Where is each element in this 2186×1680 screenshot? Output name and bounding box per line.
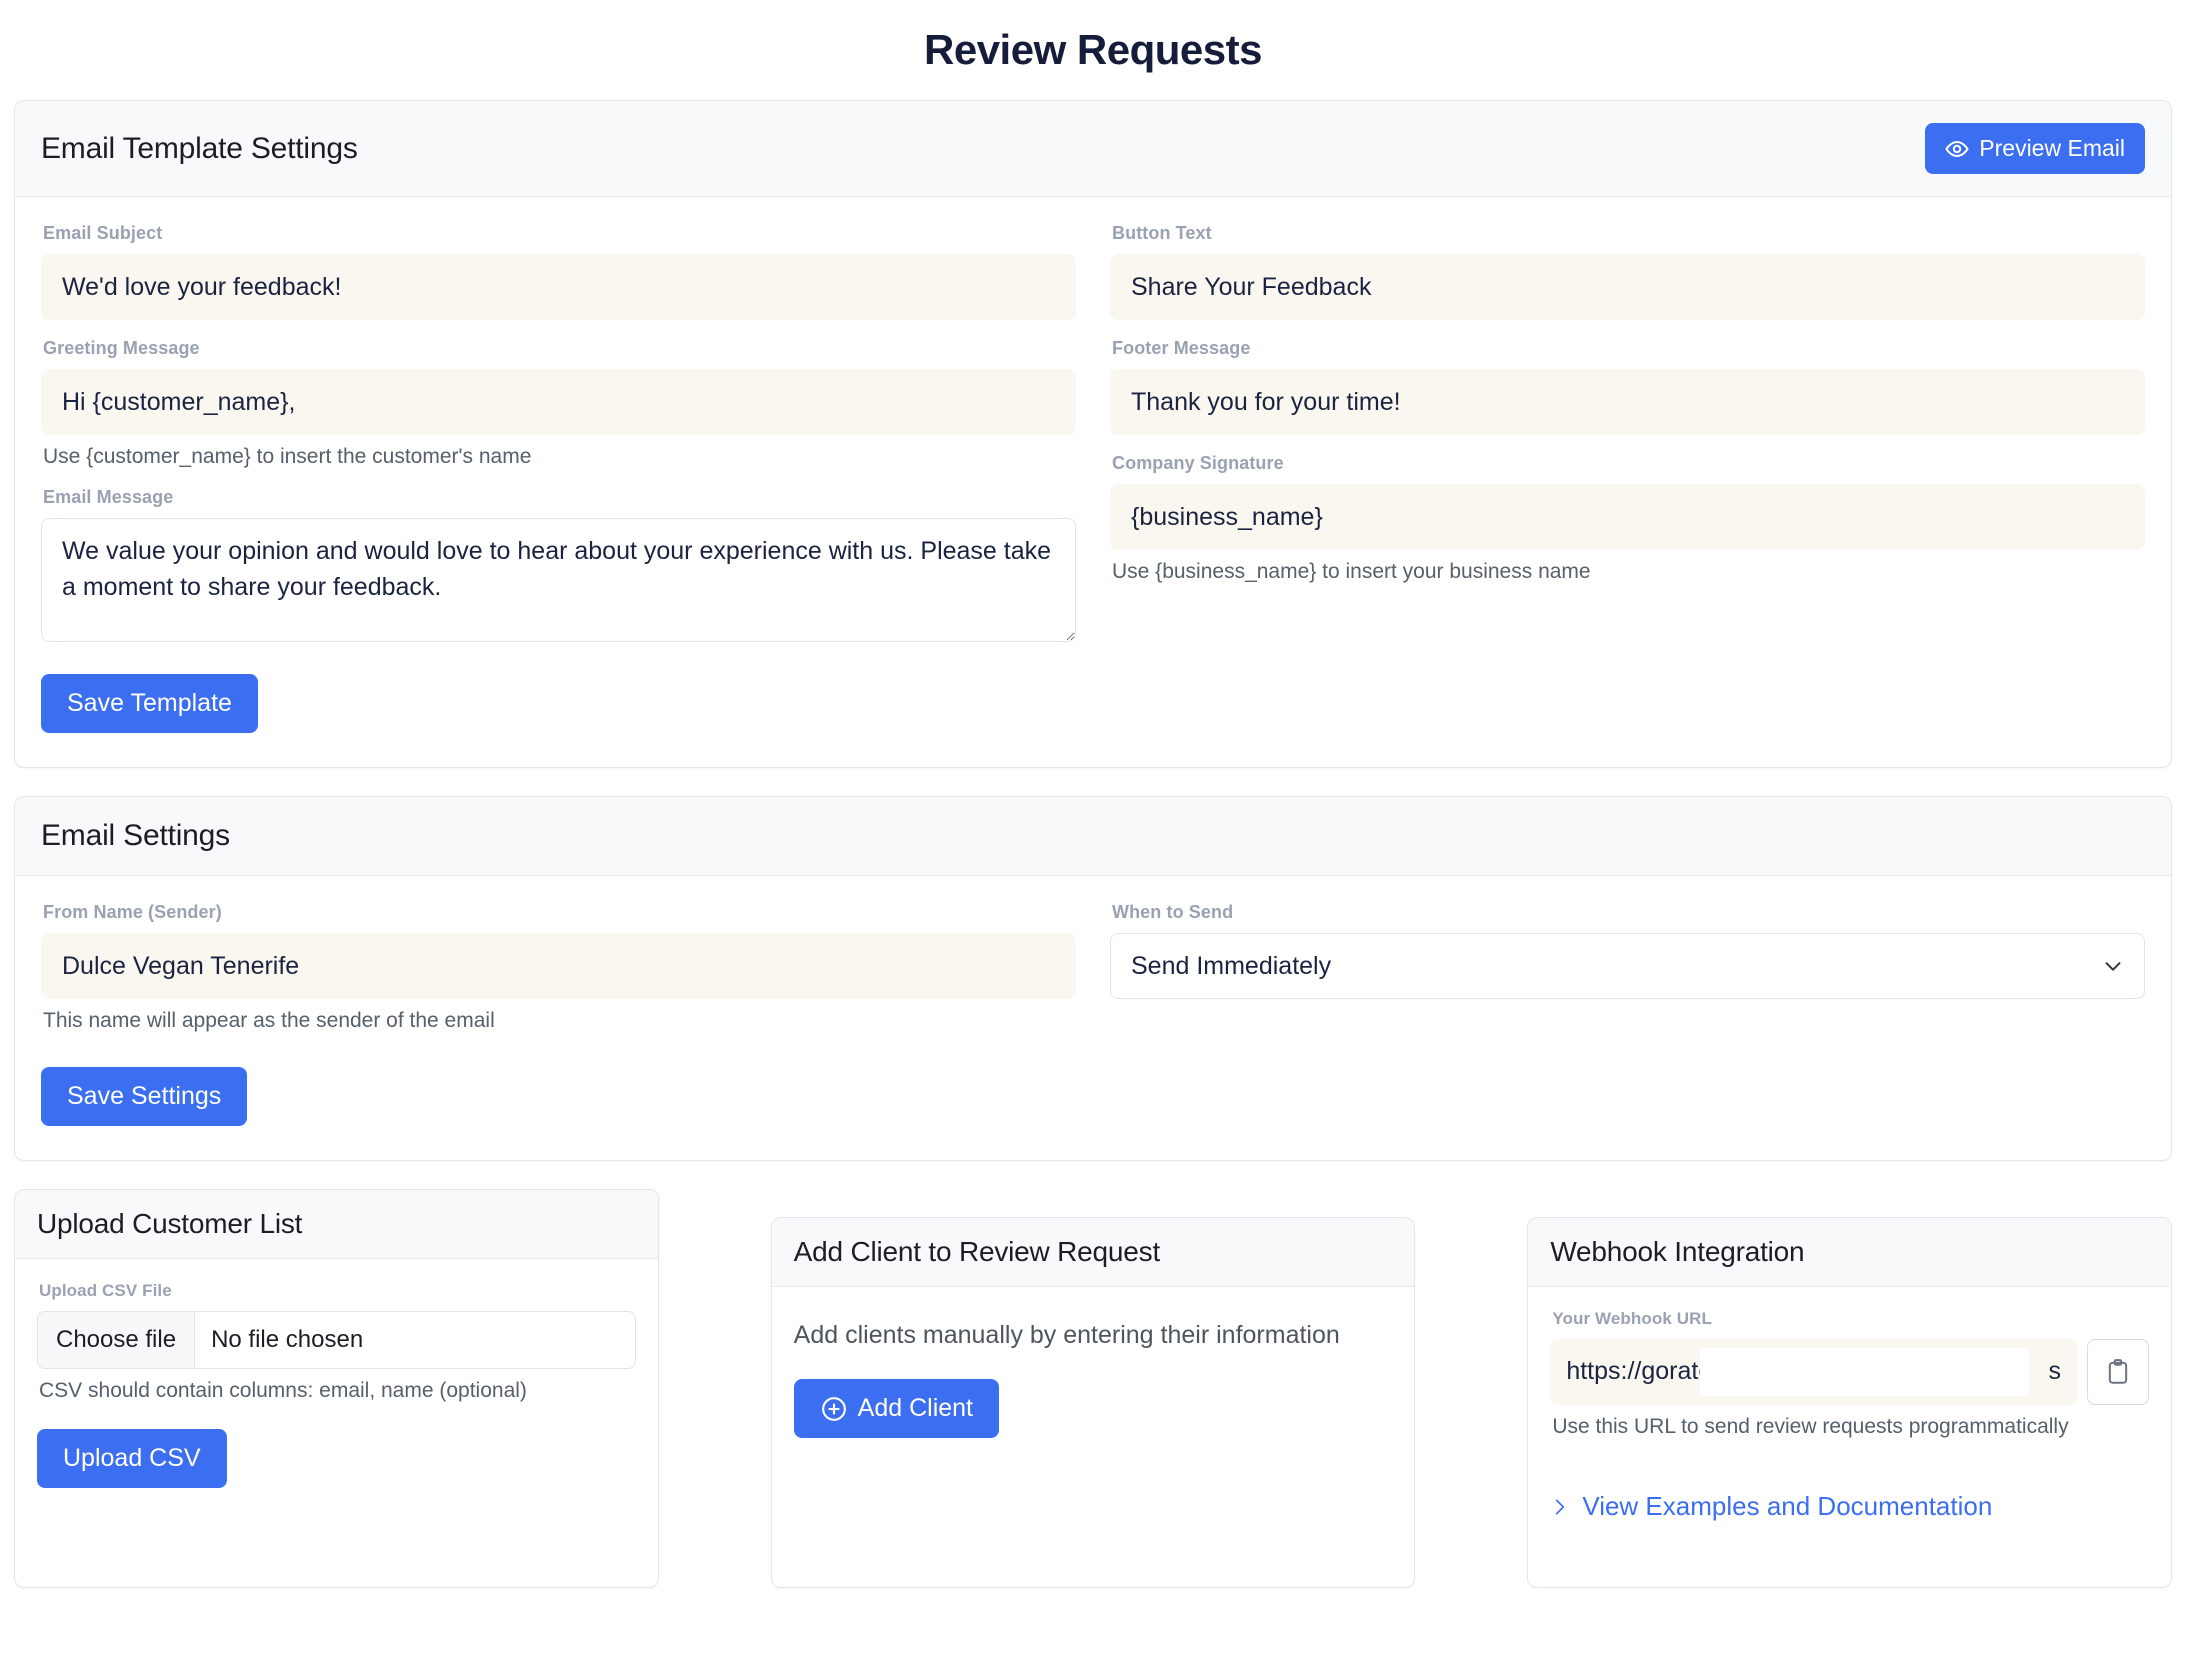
view-documentation-link[interactable]: View Examples and Documentation xyxy=(1550,1491,2149,1522)
card-header: Add Client to Review Request xyxy=(771,1218,1415,1287)
clipboard-icon xyxy=(2108,1359,2128,1384)
when-to-send-value: Send Immediately xyxy=(1131,951,1332,980)
choose-file-button[interactable]: Choose file xyxy=(38,1312,196,1368)
company-signature-input[interactable]: {business_name} xyxy=(1110,484,2145,550)
save-settings-button[interactable]: Save Settings xyxy=(41,1067,248,1126)
template-left-column: Email Subject We'd love your feedback! G… xyxy=(41,223,1076,733)
upload-csv-label: Upload CSV File xyxy=(39,1281,172,1300)
email-subject-field: Email Subject We'd love your feedback! xyxy=(41,223,1076,320)
copy-webhook-url-button[interactable] xyxy=(2087,1339,2149,1405)
from-name-input[interactable]: Dulce Vegan Tenerife xyxy=(41,933,1076,999)
card-title: Email Template Settings xyxy=(41,131,358,165)
webhook-url-prefix: https://gorate. xyxy=(1566,1357,1720,1385)
email-message-field: Email Message xyxy=(41,487,1076,642)
card-body: Email Subject We'd love your feedback! G… xyxy=(15,197,2171,767)
settings-right-column: When to Send Send Immediately xyxy=(1110,902,2145,1126)
card-title: Email Settings xyxy=(41,819,230,852)
from-name-help: This name will appear as the sender of t… xyxy=(43,1009,495,1032)
preview-email-button[interactable]: Preview Email xyxy=(1925,123,2145,174)
save-template-button[interactable]: Save Template xyxy=(41,674,258,733)
email-subject-input[interactable]: We'd love your feedback! xyxy=(41,254,1076,320)
email-template-settings-card: Email Template Settings Preview Email Em… xyxy=(14,100,2172,768)
email-message-label: Email Message xyxy=(43,487,174,507)
greeting-message-input[interactable]: Hi {customer_name}, xyxy=(41,369,1076,435)
button-text-input[interactable]: Share Your Feedback xyxy=(1110,254,2145,320)
add-client-description: Add clients manually by entering their i… xyxy=(793,1321,1340,1349)
card-title: Webhook Integration xyxy=(1550,1236,1805,1267)
from-name-label: From Name (Sender) xyxy=(43,902,222,922)
template-right-column: Button Text Share Your Feedback Footer M… xyxy=(1110,223,2145,733)
upload-csv-help: CSV should contain columns: email, name … xyxy=(39,1379,527,1402)
view-documentation-label: View Examples and Documentation xyxy=(1582,1491,1993,1521)
save-settings-label: Save Settings xyxy=(67,1082,222,1110)
button-text-label: Button Text xyxy=(1112,223,1212,243)
add-client-card: Add Client to Review Request Add clients… xyxy=(770,1217,1416,1588)
page-title: Review Requests xyxy=(924,26,1262,73)
card-body: Your Webhook URL https://gorate. s Use th… xyxy=(1528,1287,2171,1587)
card-body: From Name (Sender) Dulce Vegan Tenerife … xyxy=(15,876,2171,1160)
footer-message-input[interactable]: Thank you for your time! xyxy=(1110,369,2145,435)
bottom-cards-row: Upload Customer List Upload CSV File Cho… xyxy=(14,1189,2172,1588)
button-text-field: Button Text Share Your Feedback xyxy=(1110,223,2145,320)
card-body: Upload CSV File Choose file No file chos… xyxy=(15,1259,658,1559)
greeting-message-label: Greeting Message xyxy=(43,338,200,358)
webhook-url-input[interactable]: https://gorate. s xyxy=(1550,1339,2077,1405)
when-to-send-field: When to Send Send Immediately xyxy=(1110,902,2145,999)
card-body: Add clients manually by entering their i… xyxy=(772,1287,1415,1587)
settings-left-column: From Name (Sender) Dulce Vegan Tenerife … xyxy=(41,902,1076,1126)
footer-message-field: Footer Message Thank you for your time! xyxy=(1110,338,2145,435)
card-title: Upload Customer List xyxy=(37,1208,303,1239)
card-title: Add Client to Review Request xyxy=(793,1236,1161,1267)
greeting-message-field: Greeting Message Hi {customer_name}, Use… xyxy=(41,338,1076,469)
file-status-text: No file chosen xyxy=(211,1326,364,1353)
company-signature-label: Company Signature xyxy=(1112,453,1284,473)
eye-icon xyxy=(1945,140,1969,157)
when-to-send-label: When to Send xyxy=(1112,902,1234,922)
card-header: Upload Customer List xyxy=(15,1190,658,1259)
add-client-button[interactable]: Add Client xyxy=(793,1379,1000,1439)
upload-csv-button[interactable]: Upload CSV xyxy=(37,1429,227,1488)
greeting-message-help: Use {customer_name} to insert the custom… xyxy=(43,445,532,468)
from-name-field: From Name (Sender) Dulce Vegan Tenerife … xyxy=(41,902,1076,1033)
upload-customer-list-card: Upload Customer List Upload CSV File Cho… xyxy=(14,1189,659,1588)
chevron-down-icon xyxy=(2105,962,2121,971)
card-header: Email Settings xyxy=(15,797,2171,876)
webhook-url-help: Use this URL to send review requests pro… xyxy=(1552,1415,2069,1438)
company-signature-field: Company Signature {business_name} Use {b… xyxy=(1110,453,2145,584)
email-message-textarea[interactable] xyxy=(41,518,1076,642)
chevron-right-icon xyxy=(1556,1499,1565,1514)
card-header: Email Template Settings Preview Email xyxy=(15,101,2171,197)
upload-csv-label-text: Upload CSV xyxy=(63,1444,201,1472)
email-subject-label: Email Subject xyxy=(43,223,163,243)
webhook-url-suffix: s xyxy=(2048,1357,2062,1385)
webhook-url-row: https://gorate. s xyxy=(1550,1339,2149,1405)
add-client-label: Add Client xyxy=(857,1394,974,1423)
webhook-url-label: Your Webhook URL xyxy=(1552,1309,1712,1328)
review-requests-page: Review Requests Email Template Settings … xyxy=(0,26,2186,1608)
webhook-integration-card: Webhook Integration Your Webhook URL htt… xyxy=(1527,1217,2172,1588)
when-to-send-select[interactable]: Send Immediately xyxy=(1110,933,2145,999)
email-settings-card: Email Settings From Name (Sender) Dulce … xyxy=(14,796,2172,1161)
footer-message-label: Footer Message xyxy=(1112,338,1251,358)
csv-file-input[interactable]: Choose file No file chosen xyxy=(37,1311,636,1369)
card-header: Webhook Integration xyxy=(1528,1218,2171,1287)
save-template-label: Save Template xyxy=(67,689,232,717)
webhook-url-redaction xyxy=(1700,1348,2029,1396)
company-signature-help: Use {business_name} to insert your busin… xyxy=(1112,560,1591,583)
plus-circle-icon xyxy=(821,1396,846,1421)
preview-email-label: Preview Email xyxy=(1979,135,2125,161)
